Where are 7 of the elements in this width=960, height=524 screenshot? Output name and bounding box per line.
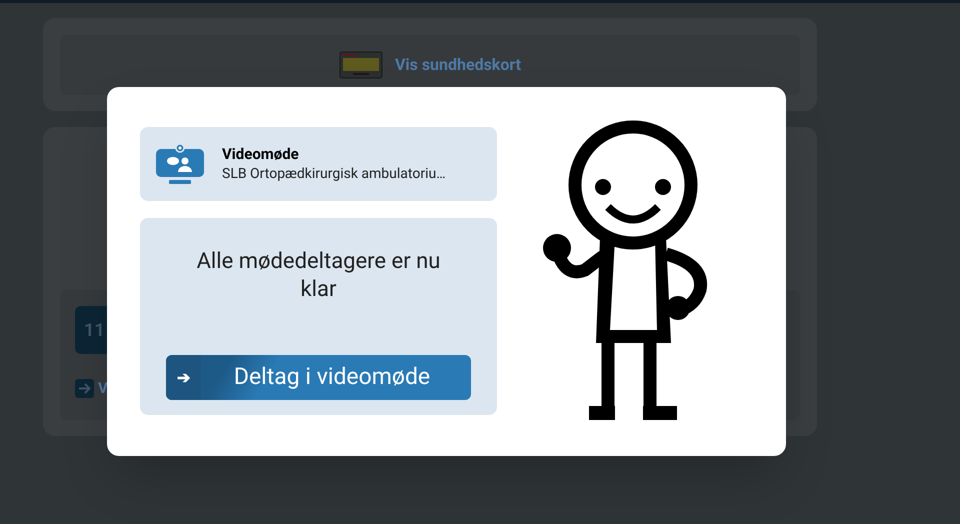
meeting-subtitle: SLB Ortopædkirurgisk ambulatoriu… (222, 165, 446, 184)
meeting-title: Videomøde (222, 144, 300, 164)
status-message: Alle mødedeltagere er nu klar (196, 248, 442, 304)
video-meeting-icon (155, 143, 205, 185)
link-text[interactable]: V (98, 377, 108, 400)
card-icon (338, 51, 383, 79)
join-button[interactable]: ➔ Deltag i videomøde (166, 355, 471, 400)
